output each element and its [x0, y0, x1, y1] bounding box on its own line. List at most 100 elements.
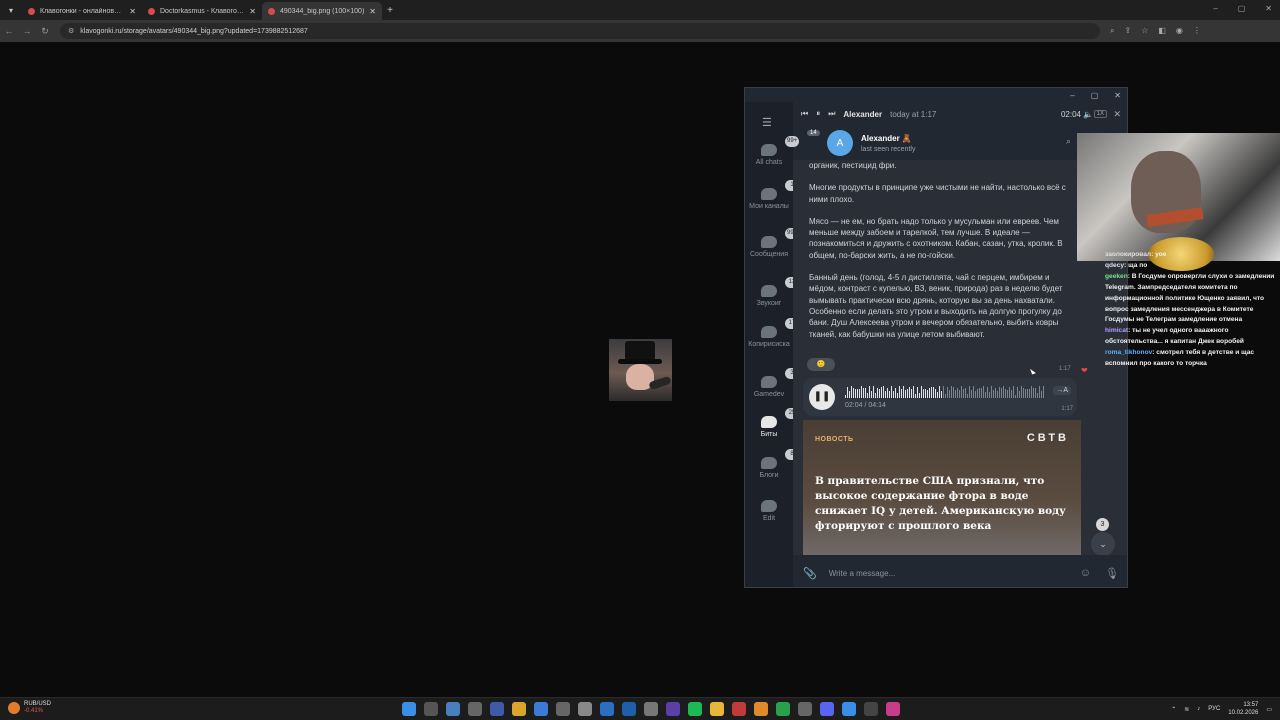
search-icon[interactable]: ⌕ — [1066, 136, 1071, 147]
app-icon[interactable] — [798, 702, 812, 716]
folder-my-channels[interactable]: 1 Мои каналы — [745, 180, 799, 211]
chat-name: Alexander 🧸 — [861, 133, 912, 143]
folder-all-chats[interactable]: 99+ All chats — [745, 136, 800, 167]
avatar[interactable]: A — [827, 130, 853, 156]
folder-edit[interactable]: Edit — [745, 500, 793, 523]
toolbar-icons: ⌕ ⇪ ☆ ◧ ◉ ⋮ — [1110, 26, 1201, 36]
folder-gamedev[interactable]: 3 Gamedev — [745, 368, 799, 399]
chat-username: заолокировал — [1105, 251, 1152, 258]
attach-icon[interactable]: 📎 — [803, 567, 817, 580]
bookmark-icon[interactable]: ☆ — [1141, 26, 1148, 36]
tab-search-icon[interactable]: ▾ — [0, 6, 22, 15]
waveform-bar — [907, 389, 908, 398]
extension-icon[interactable]: ◧ — [1158, 26, 1166, 36]
app-icon[interactable] — [754, 702, 768, 716]
player-author[interactable]: Alexander — [843, 110, 882, 119]
folder-beats[interactable]: 25 Биты — [745, 408, 799, 439]
language-indicator[interactable]: РУС — [1208, 706, 1220, 712]
mail-icon[interactable] — [534, 702, 548, 716]
message-input[interactable]: Write a message... — [829, 569, 1080, 578]
vscode-icon[interactable] — [490, 702, 504, 716]
forward-icon[interactable]: → — [18, 26, 36, 36]
reaction-chip[interactable]: 🙂 — [807, 358, 835, 371]
emoji-icon[interactable]: ☺ — [1080, 567, 1091, 579]
chat-message: ща по — [1128, 261, 1148, 269]
waveform-bar — [1011, 390, 1012, 398]
url-field[interactable]: ⚙ klavogonki.ru/storage/avatars/490344_b… — [60, 23, 1100, 39]
minimize-icon[interactable]: – — [1070, 91, 1074, 100]
waveform-bar — [905, 390, 906, 398]
pause-icon[interactable]: ⏸ — [816, 109, 820, 119]
search-icon[interactable] — [424, 702, 438, 716]
close-icon[interactable]: ✕ — [1114, 91, 1121, 100]
layers-icon: 3 — [761, 368, 799, 388]
waveform-bar — [1029, 388, 1030, 398]
menu-icon[interactable]: ⋮ — [1193, 26, 1201, 36]
back-icon[interactable]: ← — [0, 26, 18, 36]
app-icon[interactable] — [556, 702, 570, 716]
tab-doctorkasmus[interactable]: Doctorkasmus - Клавогонки ✕ — [142, 2, 262, 20]
message-text: органик, пестицид фри. Многие продукты в… — [809, 160, 1073, 351]
tab-close-icon[interactable]: ✕ — [249, 7, 256, 16]
folder-messages[interactable]: 99+ Сообщения — [745, 228, 800, 259]
discord-icon[interactable] — [820, 702, 834, 716]
spotify-icon[interactable] — [688, 702, 702, 716]
folder-sound[interactable]: 13 Звукоиг — [745, 277, 799, 308]
settings-icon[interactable] — [644, 702, 658, 716]
back-unread-badge[interactable]: 14 — [807, 130, 820, 136]
app-icon[interactable] — [864, 702, 878, 716]
new-tab-icon[interactable]: + — [382, 5, 398, 16]
news-post-card[interactable]: НОВОСТЬ СВТВ В правительстве США признал… — [803, 420, 1081, 555]
folder-blogs[interactable]: 8 Блоги — [745, 449, 799, 480]
site-info-icon[interactable]: ⚙ — [68, 27, 74, 35]
close-player-icon[interactable]: ✕ — [1113, 109, 1121, 120]
zoom-icon[interactable]: ⌕ — [1110, 26, 1114, 36]
close-icon[interactable]: ✕ — [1265, 4, 1272, 13]
maximize-icon[interactable]: ▢ — [1091, 91, 1099, 100]
minimize-icon[interactable]: – — [1213, 4, 1217, 13]
microphone-icon[interactable]: 🎙 — [1105, 567, 1119, 580]
start-icon[interactable] — [402, 702, 416, 716]
tab-close-icon[interactable]: ✕ — [129, 7, 136, 16]
network-icon[interactable]: ≋ — [1184, 706, 1189, 713]
previous-track-icon[interactable]: ⏮ — [801, 109, 808, 119]
widgets-icon[interactable] — [446, 702, 460, 716]
clock[interactable]: 13:57 10.02.2026 — [1228, 701, 1258, 717]
tab-title: 490344_big.png (100×100) — [280, 7, 365, 15]
hamburger-menu-icon[interactable]: ☰ — [762, 116, 772, 129]
next-track-icon[interactable]: ⏭ — [828, 109, 835, 119]
tab-klavogonki[interactable]: Клавогонки - онлайновый кл... ✕ — [22, 2, 142, 20]
app-icon[interactable] — [666, 702, 680, 716]
profile-icon[interactable]: ◉ — [1176, 26, 1183, 36]
steam-icon[interactable] — [622, 702, 636, 716]
app-icon[interactable] — [732, 702, 746, 716]
telegram-icon[interactable] — [600, 702, 614, 716]
heart-reaction-icon[interactable]: ❤ — [1081, 366, 1088, 375]
chat-username: roma_tikhonov — [1105, 349, 1153, 357]
currency-widget[interactable]: RUB/USD -0.41% — [8, 701, 51, 715]
folder-copywriting[interactable]: 17 Копирисиска — [745, 318, 799, 349]
playback-speed-button[interactable]: 1X — [1093, 110, 1107, 118]
waveform[interactable] — [845, 386, 1045, 398]
share-icon[interactable]: ⇪ — [1124, 26, 1131, 36]
tab-image[interactable]: 490344_big.png (100×100) ✕ — [262, 2, 382, 20]
tab-close-icon[interactable]: ✕ — [369, 7, 376, 16]
notepad-icon[interactable] — [578, 702, 592, 716]
music-icon[interactable] — [886, 702, 900, 716]
app-icon[interactable] — [468, 702, 482, 716]
chat-title-block[interactable]: Alexander 🧸 last seen recently — [861, 134, 915, 153]
voice-pause-button[interactable]: ❚❚ — [809, 384, 835, 410]
news-tag: НОВОСТЬ — [815, 436, 854, 443]
app-icon[interactable] — [776, 702, 790, 716]
scroll-down-button[interactable]: ⌄ — [1091, 532, 1115, 555]
chrome-icon[interactable] — [710, 702, 724, 716]
maximize-icon[interactable]: ▢ — [1238, 4, 1246, 13]
app-icon[interactable] — [842, 702, 856, 716]
chevron-up-icon[interactable]: ⌃ — [1171, 706, 1176, 713]
reload-icon[interactable]: ↻ — [36, 26, 54, 37]
volume-icon[interactable]: 🔈 — [1083, 110, 1093, 119]
volume-icon[interactable]: ♪ — [1197, 706, 1200, 712]
notification-icon[interactable]: ▭ — [1266, 706, 1272, 713]
folder-icon[interactable] — [512, 702, 526, 716]
transcribe-button[interactable]: →A — [1053, 386, 1071, 395]
